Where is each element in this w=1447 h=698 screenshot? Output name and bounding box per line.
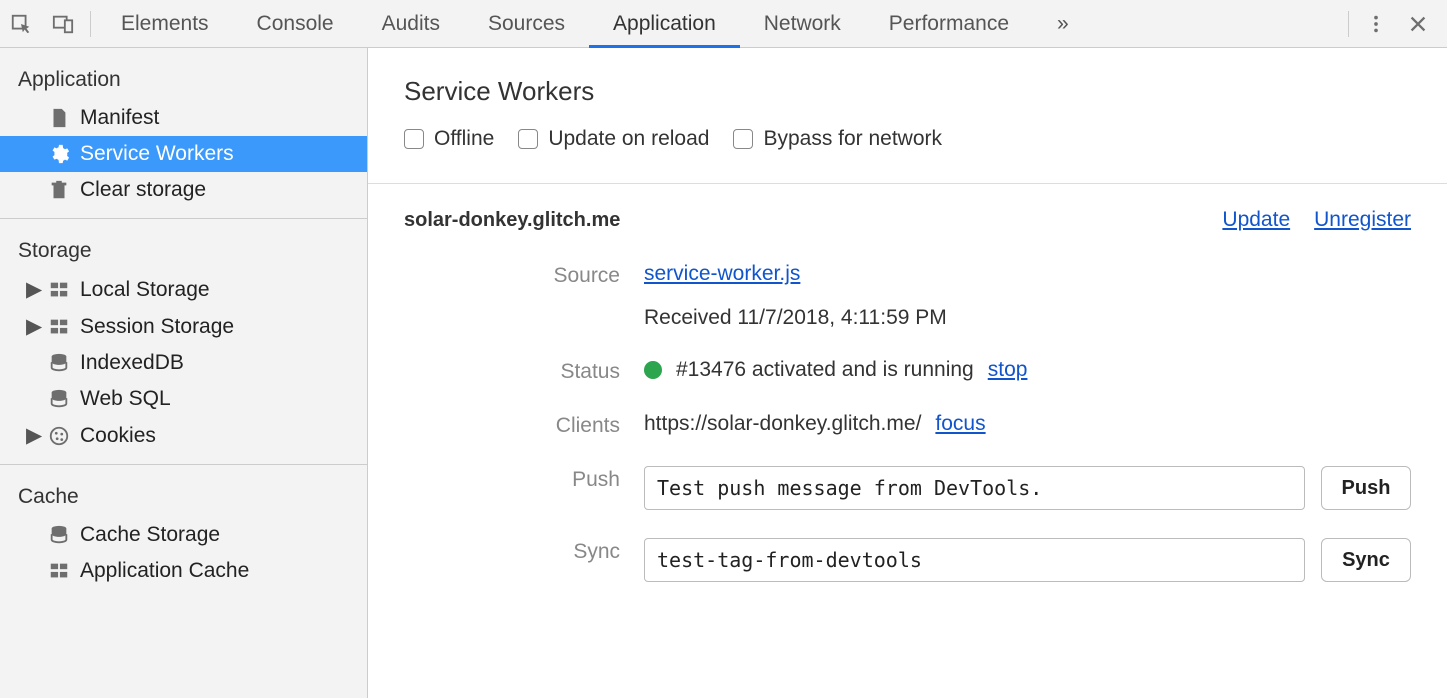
tab-performance[interactable]: Performance: [865, 0, 1033, 48]
sidebar-item-service-workers[interactable]: Service Workers: [0, 136, 367, 172]
label-push: Push: [424, 466, 644, 492]
stop-link[interactable]: stop: [988, 358, 1028, 382]
page-title: Service Workers: [404, 76, 1411, 107]
cookie-icon: [48, 425, 70, 447]
source-file-link[interactable]: service-worker.js: [644, 262, 1411, 286]
gear-icon: [48, 143, 70, 165]
document-icon: [48, 107, 70, 129]
sidebar-item-label: Manifest: [80, 106, 159, 130]
sidebar-item-clear-storage[interactable]: Clear storage: [0, 172, 367, 208]
options-row: Offline Update on reload Bypass for netw…: [404, 127, 1411, 159]
application-sidebar: Application Manifest Service Workers Cle…: [0, 48, 368, 698]
sync-input[interactable]: [644, 538, 1305, 582]
expand-arrow-icon[interactable]: ▶: [26, 423, 38, 448]
tab-console[interactable]: Console: [233, 0, 358, 48]
status-text: #13476 activated and is running: [676, 358, 974, 382]
panel-tabs: Elements Console Audits Sources Applicat…: [97, 0, 1342, 48]
label-status: Status: [424, 358, 644, 384]
bypass-for-network-checkbox[interactable]: Bypass for network: [733, 127, 942, 151]
database-icon: [48, 352, 70, 374]
label-clients: Clients: [424, 412, 644, 438]
expand-arrow-icon[interactable]: ▶: [26, 314, 38, 339]
update-on-reload-checkbox[interactable]: Update on reload: [518, 127, 709, 151]
sidebar-item-label: Application Cache: [80, 559, 249, 583]
sync-button[interactable]: Sync: [1321, 538, 1411, 582]
device-toolbar-icon[interactable]: [42, 0, 84, 48]
trash-icon: [48, 179, 70, 201]
label-source: Source: [424, 262, 644, 288]
sidebar-item-manifest[interactable]: Manifest: [0, 100, 367, 136]
settings-menu-icon[interactable]: [1355, 0, 1397, 48]
origin-label: solar-donkey.glitch.me: [404, 209, 1198, 232]
sidebar-item-session-storage[interactable]: ▶ Session Storage: [0, 308, 367, 345]
grid-icon: [48, 316, 70, 338]
tab-audits[interactable]: Audits: [358, 0, 464, 48]
divider: [1348, 11, 1349, 37]
tabs-overflow[interactable]: »: [1033, 0, 1093, 48]
sidebar-item-label: IndexedDB: [80, 351, 184, 375]
tab-application[interactable]: Application: [589, 0, 740, 48]
inspect-element-icon[interactable]: [0, 0, 42, 48]
push-button[interactable]: Push: [1321, 466, 1411, 510]
sidebar-item-cookies[interactable]: ▶ Cookies: [0, 417, 367, 454]
tab-network[interactable]: Network: [740, 0, 865, 48]
grid-icon: [48, 560, 70, 582]
divider: [90, 11, 91, 37]
received-timestamp: Received 11/7/2018, 4:11:59 PM: [644, 306, 1411, 330]
tab-elements[interactable]: Elements: [97, 0, 233, 48]
update-link[interactable]: Update: [1222, 208, 1290, 232]
section-cache: Cache: [0, 475, 367, 517]
sidebar-item-label: Cache Storage: [80, 523, 220, 547]
status-indicator-icon: [644, 361, 662, 379]
label-sync: Sync: [424, 538, 644, 564]
focus-link[interactable]: focus: [935, 412, 985, 436]
checkbox-icon: [733, 129, 753, 149]
sidebar-item-label: Session Storage: [80, 315, 234, 339]
push-input[interactable]: [644, 466, 1305, 510]
expand-arrow-icon[interactable]: ▶: [26, 277, 38, 302]
grid-icon: [48, 279, 70, 301]
database-icon: [48, 388, 70, 410]
sidebar-item-indexeddb[interactable]: IndexedDB: [0, 345, 367, 381]
service-workers-panel: Service Workers Offline Update on reload…: [368, 48, 1447, 698]
checkbox-icon: [404, 129, 424, 149]
sidebar-item-label: Local Storage: [80, 278, 210, 302]
close-icon[interactable]: [1397, 0, 1439, 48]
client-url: https://solar-donkey.glitch.me/: [644, 412, 921, 436]
origin-row: solar-donkey.glitch.me Update Unregister: [404, 208, 1411, 232]
devtools-tabbar: Elements Console Audits Sources Applicat…: [0, 0, 1447, 48]
tab-sources[interactable]: Sources: [464, 0, 589, 48]
sidebar-item-websql[interactable]: Web SQL: [0, 381, 367, 417]
sidebar-item-label: Web SQL: [80, 387, 171, 411]
divider: [368, 183, 1447, 184]
unregister-link[interactable]: Unregister: [1314, 208, 1411, 232]
sidebar-item-application-cache[interactable]: Application Cache: [0, 553, 367, 589]
database-icon: [48, 524, 70, 546]
sidebar-item-label: Cookies: [80, 424, 156, 448]
sidebar-item-local-storage[interactable]: ▶ Local Storage: [0, 271, 367, 308]
section-storage: Storage: [0, 229, 367, 271]
checkbox-icon: [518, 129, 538, 149]
sidebar-item-label: Clear storage: [80, 178, 206, 202]
sidebar-item-label: Service Workers: [80, 142, 234, 166]
sidebar-item-cache-storage[interactable]: Cache Storage: [0, 517, 367, 553]
section-application: Application: [0, 58, 367, 100]
offline-checkbox[interactable]: Offline: [404, 127, 494, 151]
